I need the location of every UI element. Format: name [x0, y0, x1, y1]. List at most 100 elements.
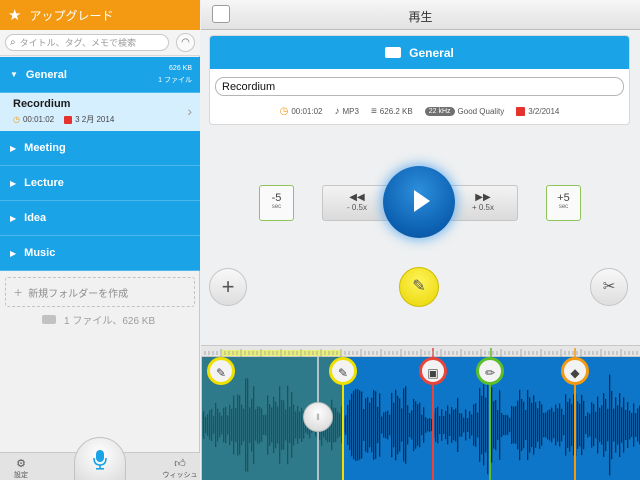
highlight-marker-button[interactable]: ✎ — [399, 267, 439, 307]
folder-music[interactable]: ▶ Music — [0, 236, 200, 271]
waveform-bar — [441, 409, 443, 441]
highlight-marker-pin[interactable]: ✎ — [207, 357, 235, 385]
waveform-bar — [437, 406, 439, 444]
waveform-bar — [469, 411, 471, 439]
wifi-transfer-button[interactable]: ◠ — [176, 33, 195, 52]
waveform-bar — [379, 393, 381, 457]
playhead-handle[interactable]: ‖ — [303, 402, 333, 432]
waveform-bar — [363, 409, 365, 441]
record-button[interactable] — [74, 437, 126, 480]
waveform-bar — [551, 407, 553, 443]
image-marker-pin[interactable]: ▣ — [419, 357, 447, 385]
search-icon: ⌕ — [10, 37, 16, 48]
waveform-bar — [419, 402, 421, 448]
storage-stats: 1 ファイル、626 KB — [42, 312, 155, 327]
waveform-bar — [209, 410, 211, 440]
waveform-bar — [567, 402, 569, 448]
upgrade-button[interactable]: ★ アップグレード — [0, 0, 200, 30]
expand-triangle-icon: ▶ — [10, 178, 17, 188]
waveform-bar — [569, 398, 571, 452]
waveform-bar — [563, 414, 565, 436]
waveform-bar — [243, 408, 245, 442]
plus-icon: + — [14, 284, 23, 300]
waveform-bar — [637, 408, 639, 442]
waveform-bar — [627, 402, 629, 448]
waveform-bar — [507, 415, 509, 435]
waveform-bar — [415, 401, 417, 449]
skip-forward-value: +5 — [557, 192, 570, 204]
folder-label: Idea — [24, 212, 47, 224]
waveform-bar — [299, 411, 301, 439]
waveform-bar — [545, 412, 547, 438]
disk-icon — [42, 315, 56, 324]
tag-marker-pin[interactable]: ◆ — [561, 357, 589, 385]
waveform-bar — [233, 395, 235, 455]
waveform-bar — [425, 417, 427, 433]
expand-triangle-icon: ▶ — [10, 248, 17, 258]
skip-forward-button[interactable]: +5 sec — [546, 185, 581, 221]
waveform-bar — [223, 407, 225, 443]
waveform-bar — [393, 402, 395, 448]
waveform-bar — [263, 415, 265, 435]
speed-up-button[interactable]: ▶▶ + 0.5x — [448, 185, 518, 221]
waveform-bar — [487, 375, 489, 475]
waveform-bar — [461, 413, 463, 437]
meta-date: 3/2/2014 — [516, 106, 559, 116]
search-input[interactable]: ⌕ タイトル、タグ、メモで検索 — [5, 34, 169, 51]
waveform-bar — [549, 409, 551, 441]
folder-general[interactable]: ▼ General 626 KB 1 ファイル — [0, 57, 200, 93]
waveform-bar — [455, 408, 457, 442]
settings-button[interactable]: ⚙ 設定 — [10, 457, 32, 480]
waveform-bar — [625, 410, 627, 440]
top-bar: 再生 — [201, 0, 640, 30]
waveform-bar — [407, 405, 409, 445]
sample-rate-badge: 22 kHz — [424, 106, 455, 116]
slow-down-button[interactable]: ◀◀ - 0.5x — [322, 185, 392, 221]
waveform-bar — [285, 409, 287, 441]
waveform-bar — [613, 408, 615, 442]
folder-meeting[interactable]: ▶ Meeting — [0, 131, 200, 166]
clock-icon: ◷ — [13, 115, 20, 124]
play-button[interactable] — [383, 166, 455, 238]
skip-back-button[interactable]: -5 sec — [259, 185, 294, 221]
list-item-recording[interactable]: Recordium ◷ 00:01:02 3 2月 2014 › — [0, 93, 200, 131]
page-title: 再生 — [408, 10, 433, 24]
new-folder-button[interactable]: + 新規フォルダーを作成 — [5, 277, 195, 307]
waveform-bar — [345, 415, 347, 435]
waveform-bar — [605, 398, 607, 452]
waveform-bar — [409, 412, 411, 438]
waveform-bar — [287, 385, 289, 465]
recording-detail-card: General ◷ 00:01:02 ♪ MP3 ≡ 626.2 KB 22 k… — [209, 35, 630, 125]
add-button[interactable]: + — [209, 268, 247, 306]
storage-stats-text: 1 ファイル、626 KB — [64, 316, 156, 327]
note-marker-pin[interactable]: ✏ — [476, 357, 504, 385]
quality-value: Good Quality — [457, 106, 505, 116]
trim-button[interactable]: ✂ — [590, 268, 628, 306]
folder-header[interactable]: General — [210, 36, 629, 69]
format-value: MP3 — [342, 106, 359, 116]
folder-idea[interactable]: ▶ Idea — [0, 201, 200, 236]
waveform-bar — [485, 397, 487, 453]
waveform-bar — [265, 414, 267, 436]
timeline-ruler[interactable] — [201, 345, 640, 358]
waveform-bar — [259, 406, 261, 444]
waveform-bar — [481, 395, 483, 455]
highlight-marker-pin[interactable]: ✎ — [329, 357, 357, 385]
waveform-bar — [423, 407, 425, 443]
search-placeholder: タイトル、タグ、メモで検索 — [19, 38, 136, 48]
waveform-bar — [519, 389, 521, 461]
waveform-bar — [467, 418, 469, 432]
calendar-icon — [516, 106, 526, 116]
expand-triangle-icon: ▼ — [10, 70, 18, 79]
waveform-bar — [237, 394, 239, 456]
waveform-bar — [359, 390, 361, 460]
waveform-bar — [389, 414, 391, 436]
database-icon: ≡ — [370, 105, 377, 117]
waveform-bar — [539, 401, 541, 449]
meta-format: ♪ MP3 — [335, 106, 359, 117]
scissors-icon: ✂ — [602, 278, 616, 295]
recording-name-field[interactable] — [215, 77, 624, 96]
folder-lecture[interactable]: ▶ Lecture — [0, 166, 200, 201]
wishlist-button[interactable]: 👍︎ ウィッシュ — [160, 457, 200, 480]
waveform-bar — [293, 404, 295, 446]
